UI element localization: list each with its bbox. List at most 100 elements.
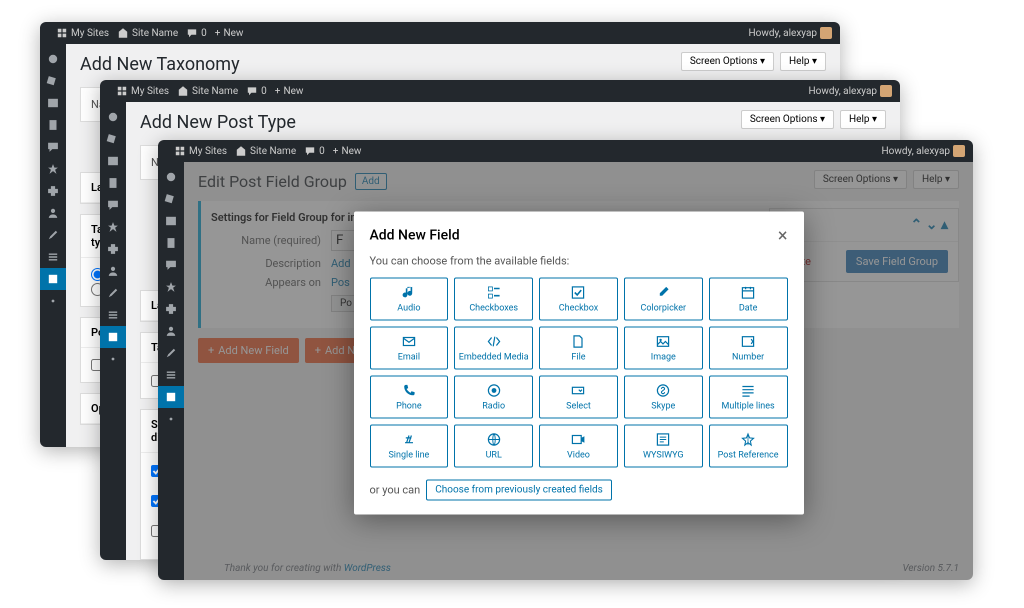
help-button[interactable]: Help ▾ [840,110,886,129]
site-name-link[interactable]: Site Name [177,85,238,97]
checkbox-icon [570,284,586,300]
file-icon [570,333,586,349]
my-sites-link[interactable]: My Sites [116,85,169,97]
sidebar-appearance-icon[interactable] [158,276,184,298]
or-text: or you can [370,483,421,496]
sidebar-pages-icon[interactable] [40,114,66,136]
email-icon [401,333,417,349]
multiple-lines-icon [740,382,756,398]
image-icon [655,333,671,349]
sidebar-appearance-icon[interactable] [100,216,126,238]
field-option-multiple-lines[interactable]: Multiple lines [709,375,788,418]
sidebar-users-icon[interactable] [40,202,66,224]
comments-link[interactable]: 0 [186,27,207,39]
admin-sidebar [100,102,126,560]
sidebar-comments-icon[interactable] [40,136,66,158]
wysiwyg-icon [655,431,671,447]
colorpicker-icon [655,284,671,300]
date-icon [740,284,756,300]
field-option-post-reference[interactable]: Post Reference [709,424,788,467]
sidebar-toolset-icon[interactable] [40,268,66,290]
field-option-file[interactable]: File [539,326,618,369]
post-reference-icon [740,431,756,447]
comments-link[interactable]: 0 [304,145,325,157]
sidebar-collapse-icon[interactable] [100,348,126,370]
avatar [820,27,832,39]
site-name-link[interactable]: Site Name [117,27,178,39]
sidebar-collapse-icon[interactable] [40,290,66,312]
adminbar: My Sites Site Name 0 + New Howdy, alexya… [158,140,973,162]
single-line-icon [401,431,417,447]
sidebar-dashboard-icon[interactable] [100,106,126,128]
field-option-url[interactable]: URL [454,424,533,467]
sidebar-posts-icon[interactable] [158,188,184,210]
url-icon [486,431,502,447]
sidebar-toolset-icon[interactable] [100,326,126,348]
sidebar-tools-icon[interactable] [100,282,126,304]
new-link[interactable]: + New [275,86,304,97]
help-button[interactable]: Help ▾ [780,52,826,71]
sidebar-settings-icon[interactable] [100,304,126,326]
field-option-colorpicker[interactable]: Colorpicker [624,277,703,320]
my-sites-link[interactable]: My Sites [56,27,109,39]
close-icon[interactable]: × [778,225,788,246]
field-option-skype[interactable]: Skype [624,375,703,418]
sidebar-users-icon[interactable] [100,260,126,282]
field-option-number[interactable]: Number [709,326,788,369]
sidebar-posts-icon[interactable] [100,128,126,150]
screen-options-button[interactable]: Screen Options ▾ [741,110,834,129]
sidebar-collapse-icon[interactable] [158,408,184,430]
sidebar-media-icon[interactable] [158,210,184,232]
site-name-link[interactable]: Site Name [235,145,296,157]
sidebar-comments-icon[interactable] [100,194,126,216]
sidebar-settings-icon[interactable] [40,246,66,268]
field-option-embedded-media[interactable]: Embedded Media [454,326,533,369]
comments-link[interactable]: 0 [246,85,267,97]
radio-icon [486,382,502,398]
howdy-link[interactable]: Howdy, alexyap [809,85,893,97]
field-option-radio[interactable]: Radio [454,375,533,418]
new-link[interactable]: + New [333,146,362,157]
embedded-media-icon [486,333,502,349]
sidebar-plugins-icon[interactable] [158,298,184,320]
sidebar-plugins-icon[interactable] [40,180,66,202]
my-sites-link[interactable]: My Sites [174,145,227,157]
sidebar-users-icon[interactable] [158,320,184,342]
skype-icon [655,382,671,398]
sidebar-media-icon[interactable] [100,150,126,172]
add-field-modal: Add New Field × You can choose from the … [354,211,804,514]
sidebar-comments-icon[interactable] [158,254,184,276]
sidebar-media-icon[interactable] [40,92,66,114]
field-option-select[interactable]: Select [539,375,618,418]
screen-options-button[interactable]: Screen Options ▾ [681,52,774,71]
sidebar-pages-icon[interactable] [100,172,126,194]
adminbar: My Sites Site Name 0 + New Howdy, alexya… [100,80,900,102]
new-link[interactable]: + New [215,28,244,39]
sidebar-dashboard-icon[interactable] [158,166,184,188]
field-option-image[interactable]: Image [624,326,703,369]
sidebar-toolset-icon[interactable] [158,386,184,408]
admin-sidebar [40,44,66,447]
sidebar-tools-icon[interactable] [158,342,184,364]
sidebar-pages-icon[interactable] [158,232,184,254]
choose-previous-button[interactable]: Choose from previously created fields [426,479,612,500]
field-option-checkbox[interactable]: Checkbox [539,277,618,320]
field-option-checkboxes[interactable]: Checkboxes [454,277,533,320]
phone-icon [401,382,417,398]
field-option-audio[interactable]: Audio [370,277,449,320]
field-option-video[interactable]: Video [539,424,618,467]
field-option-phone[interactable]: Phone [370,375,449,418]
howdy-link[interactable]: Howdy, alexyap [882,145,966,157]
sidebar-appearance-icon[interactable] [40,158,66,180]
sidebar-settings-icon[interactable] [158,364,184,386]
sidebar-tools-icon[interactable] [40,224,66,246]
field-option-single-line[interactable]: Single line [370,424,449,467]
sidebar-dashboard-icon[interactable] [40,48,66,70]
field-option-email[interactable]: Email [370,326,449,369]
howdy-link[interactable]: Howdy, alexyap [749,27,833,39]
sidebar-plugins-icon[interactable] [100,238,126,260]
window-field-group: My Sites Site Name 0 + New Howdy, alexya… [158,140,973,580]
field-option-date[interactable]: Date [709,277,788,320]
sidebar-posts-icon[interactable] [40,70,66,92]
field-option-wysiwyg[interactable]: WYSIWYG [624,424,703,467]
